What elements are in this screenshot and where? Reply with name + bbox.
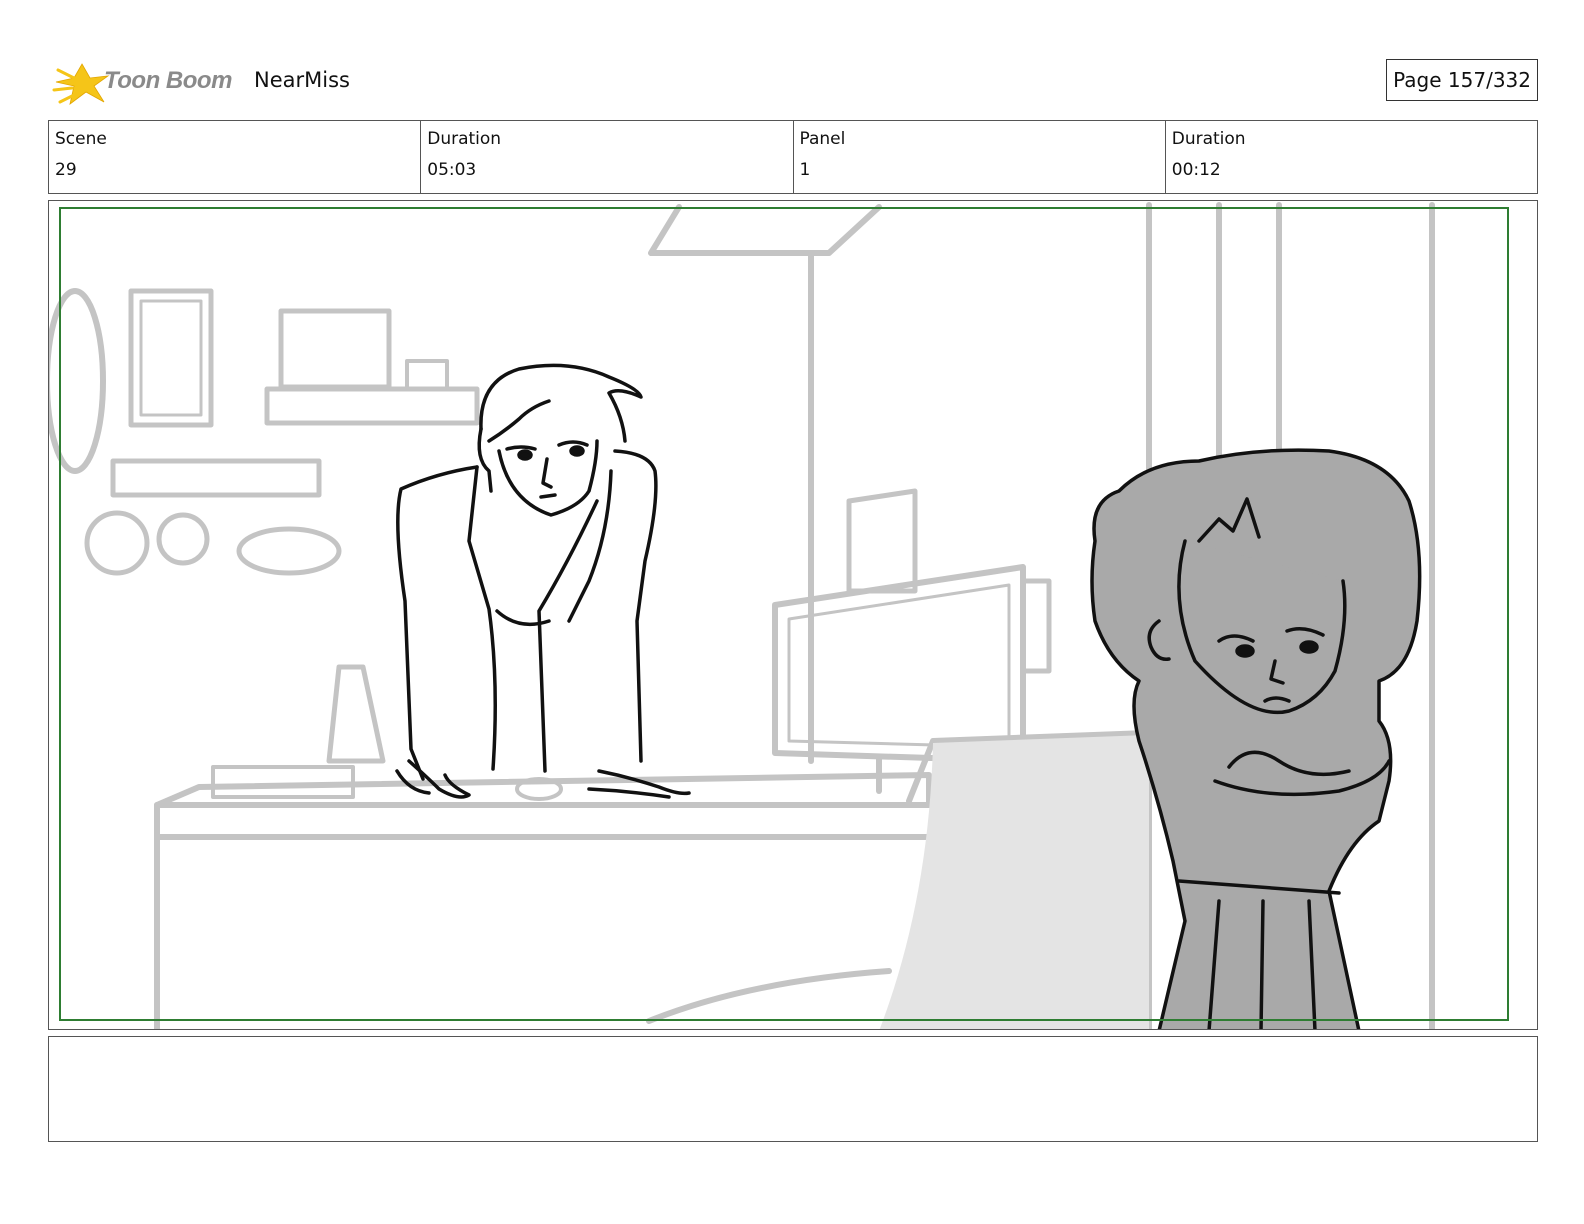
panel-value: 1 [799,160,811,180]
panel-duration-label: Duration [1171,129,1246,149]
man-figure [395,363,691,799]
panel-duration-value: 00:12 [1171,160,1221,180]
panel-duration-cell: Duration 00:12 [1166,121,1537,193]
page-header: Toon Boom NearMiss Page 157/332 [48,52,1538,112]
page-number: Page 157/332 [1393,68,1531,92]
project-title: NearMiss [254,68,350,92]
logo-text: Toon Boom [104,67,232,94]
panel-label: Panel [799,129,846,149]
scene-value: 29 [55,160,77,180]
panel-info-table: Scene 29 Duration 05:03 Panel 1 Duration… [48,120,1538,194]
storyboard-panel [48,200,1538,1030]
page-number-box: Page 157/332 [1386,59,1538,101]
scene-duration-cell: Duration 05:03 [421,121,794,193]
panel-sketch [49,202,1509,1029]
panel-notes-box [48,1036,1538,1142]
panel-cell: Panel 1 [794,121,1166,193]
sunburst-icon [52,63,110,105]
toon-boom-logo: Toon Boom [52,56,242,108]
scene-duration-value: 05:03 [427,160,477,180]
scene-cell: Scene 29 [49,121,422,193]
scene-duration-label: Duration [427,129,502,149]
scene-label: Scene [55,129,107,149]
